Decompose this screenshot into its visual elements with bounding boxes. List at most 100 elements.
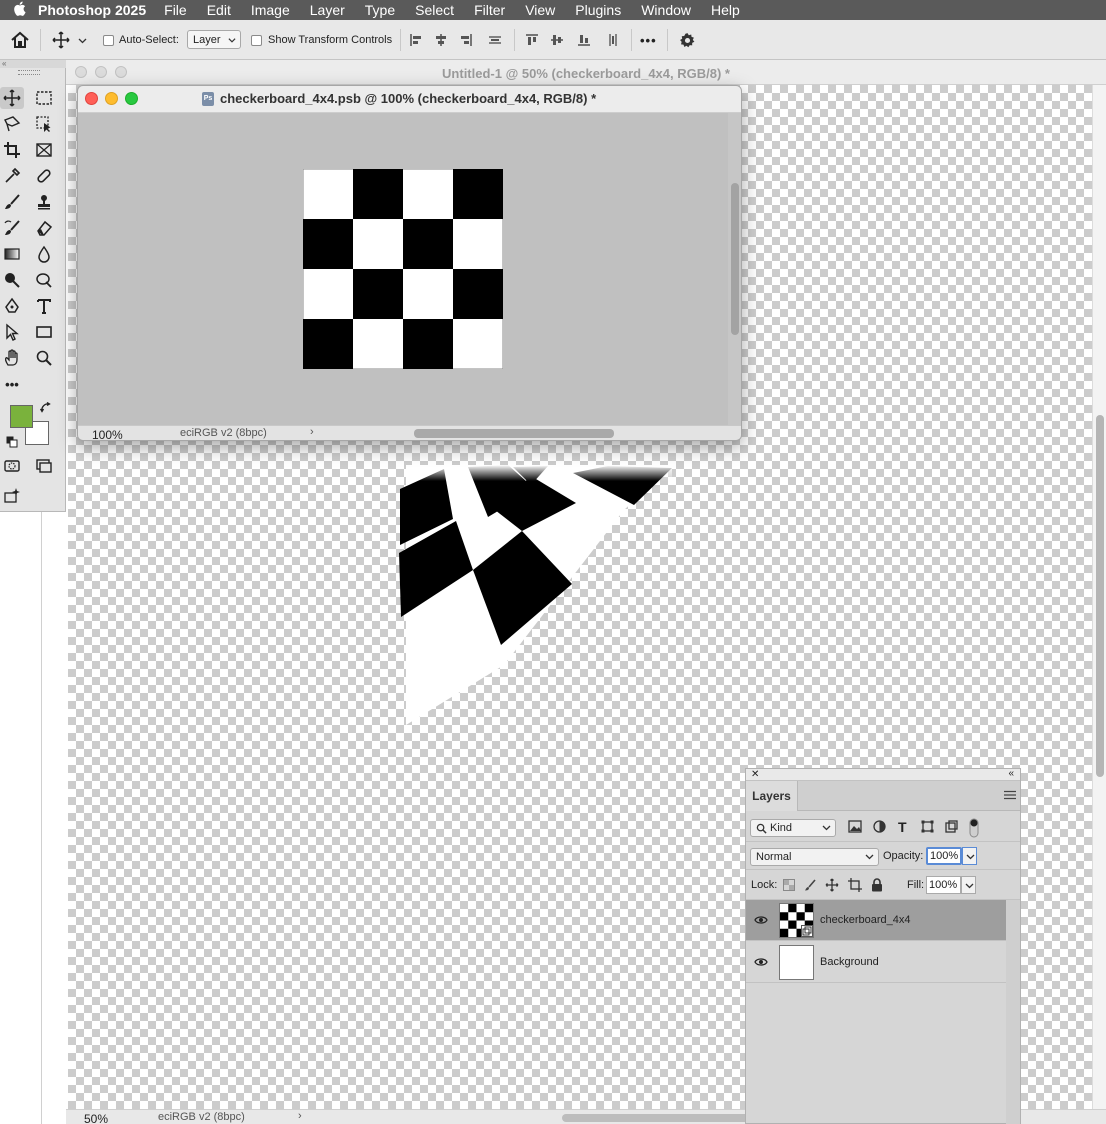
- zoom-tool-icon[interactable]: [32, 347, 56, 369]
- filter-shape-icon[interactable]: [921, 820, 934, 836]
- apple-menu-icon[interactable]: [0, 1, 38, 20]
- rectangle-tool-icon[interactable]: [32, 321, 56, 343]
- auto-select-checkbox[interactable]: [103, 20, 114, 60]
- home-icon[interactable]: [10, 20, 30, 60]
- layer-row[interactable]: Background: [746, 942, 1006, 983]
- hand-tool-icon[interactable]: [0, 347, 24, 369]
- chevron-down-icon[interactable]: [78, 20, 87, 60]
- psb-window-titlebar[interactable]: Ps checkerboard_4x4.psb @ 100% (checkerb…: [78, 86, 741, 113]
- clone-stamp-tool-icon[interactable]: [32, 191, 56, 213]
- object-selection-tool-icon[interactable]: [32, 113, 56, 135]
- default-colors-icon[interactable]: [6, 436, 18, 451]
- healing-brush-tool-icon[interactable]: [32, 165, 56, 187]
- path-selection-tool-icon[interactable]: [0, 321, 24, 343]
- blend-mode-dropdown[interactable]: Normal: [750, 848, 879, 866]
- menu-help[interactable]: Help: [711, 2, 740, 18]
- smudge-tool-icon[interactable]: [32, 269, 56, 291]
- distribute-vertical-icon[interactable]: [606, 20, 620, 60]
- auto-select-target-dropdown[interactable]: Layer: [187, 30, 241, 49]
- lock-position-icon[interactable]: [825, 878, 839, 895]
- align-right-icon[interactable]: [459, 20, 473, 60]
- lock-artboard-icon[interactable]: [848, 878, 862, 895]
- filter-toggle-icon[interactable]: [969, 818, 979, 841]
- main-vertical-scrollbar[interactable]: [1092, 85, 1106, 1109]
- align-top-icon[interactable]: [525, 20, 539, 60]
- menu-filter[interactable]: Filter: [474, 2, 505, 18]
- filter-kind-dropdown[interactable]: Kind: [750, 819, 836, 837]
- move-tool-icon[interactable]: [0, 87, 24, 109]
- close-button[interactable]: [85, 92, 98, 105]
- type-tool-icon[interactable]: [32, 295, 56, 317]
- psb-zoom-level[interactable]: 100%: [92, 428, 123, 440]
- menu-view[interactable]: View: [525, 2, 555, 18]
- layer-name[interactable]: Background: [820, 956, 879, 968]
- filter-adjustment-icon[interactable]: [873, 820, 886, 836]
- collapse-panel-icon[interactable]: «: [1008, 768, 1014, 779]
- menu-window[interactable]: Window: [641, 2, 691, 18]
- marquee-tool-icon[interactable]: [32, 87, 56, 109]
- tools-grip[interactable]: [18, 70, 40, 75]
- swap-colors-icon[interactable]: [39, 401, 52, 417]
- layer-row[interactable]: checkerboard_4x4: [746, 900, 1006, 941]
- distribute-horizontal-icon[interactable]: [488, 20, 502, 60]
- lock-image-pixels-icon[interactable]: [804, 879, 816, 894]
- visibility-eye-icon[interactable]: [754, 956, 768, 968]
- tools-panel-header[interactable]: «: [0, 60, 66, 68]
- quick-mask-icon[interactable]: [0, 455, 24, 477]
- menu-image[interactable]: Image: [251, 2, 290, 18]
- fill-dropdown-button[interactable]: [961, 876, 976, 894]
- panel-menu-icon[interactable]: [1004, 789, 1016, 803]
- filter-pixel-icon[interactable]: [848, 820, 862, 836]
- eyedropper-tool-icon[interactable]: [0, 165, 24, 187]
- close-panel-icon[interactable]: ✕: [751, 769, 759, 780]
- filter-type-icon[interactable]: T: [898, 819, 907, 835]
- gear-icon[interactable]: [679, 20, 696, 60]
- psb-canvas-area[interactable]: [78, 113, 728, 425]
- align-bottom-icon[interactable]: [577, 20, 591, 60]
- menu-select[interactable]: Select: [415, 2, 454, 18]
- menu-layer[interactable]: Layer: [310, 2, 345, 18]
- align-left-icon[interactable]: [409, 20, 423, 60]
- align-center-h-icon[interactable]: [434, 20, 448, 60]
- lock-all-icon[interactable]: [871, 878, 883, 895]
- layers-vertical-scrollbar[interactable]: [1006, 900, 1020, 1124]
- eraser-tool-icon[interactable]: [32, 217, 56, 239]
- layer-name[interactable]: checkerboard_4x4: [820, 914, 911, 926]
- psb-horizontal-scroll-thumb[interactable]: [414, 429, 614, 438]
- main-status-arrow[interactable]: ›: [298, 1110, 302, 1122]
- history-brush-tool-icon[interactable]: [0, 217, 24, 239]
- align-middle-v-icon[interactable]: [550, 20, 564, 60]
- minimize-button[interactable]: [105, 92, 118, 105]
- main-horizontal-scroll-thumb[interactable]: [562, 1114, 762, 1122]
- more-tools-button[interactable]: •••: [0, 373, 24, 395]
- show-transform-checkbox[interactable]: [251, 20, 262, 60]
- psb-status-arrow[interactable]: ›: [310, 426, 314, 438]
- app-name-menu[interactable]: Photoshop 2025: [38, 2, 146, 18]
- screen-mode-icon[interactable]: [32, 455, 56, 477]
- lasso-tool-icon[interactable]: [0, 113, 24, 135]
- more-options-button[interactable]: •••: [640, 20, 657, 60]
- visibility-eye-icon[interactable]: [754, 914, 768, 926]
- dodge-tool-icon[interactable]: [0, 269, 24, 291]
- gradient-tool-icon[interactable]: [0, 243, 24, 265]
- brush-tool-icon[interactable]: [0, 191, 24, 213]
- foreground-color-swatch[interactable]: [10, 405, 33, 428]
- crop-tool-icon[interactable]: [0, 139, 24, 161]
- filter-smart-object-icon[interactable]: [945, 820, 958, 836]
- menu-plugins[interactable]: Plugins: [575, 2, 621, 18]
- main-vertical-scroll-thumb[interactable]: [1096, 415, 1104, 777]
- main-zoom-level[interactable]: 50%: [84, 1112, 108, 1124]
- fill-input[interactable]: 100%: [926, 876, 961, 894]
- menu-type[interactable]: Type: [365, 2, 395, 18]
- frame-tool-icon[interactable]: [32, 139, 56, 161]
- psb-vertical-scroll-thumb[interactable]: [731, 183, 739, 335]
- pen-tool-icon[interactable]: [0, 295, 24, 317]
- menu-file[interactable]: File: [164, 2, 187, 18]
- opacity-input[interactable]: 100%: [926, 847, 962, 865]
- zoom-button[interactable]: [125, 92, 138, 105]
- move-tool-preset-icon[interactable]: [52, 20, 70, 60]
- menu-edit[interactable]: Edit: [207, 2, 231, 18]
- generative-fill-icon[interactable]: [0, 485, 24, 507]
- lock-transparent-pixels-icon[interactable]: [783, 879, 795, 894]
- opacity-dropdown-button[interactable]: [962, 847, 977, 865]
